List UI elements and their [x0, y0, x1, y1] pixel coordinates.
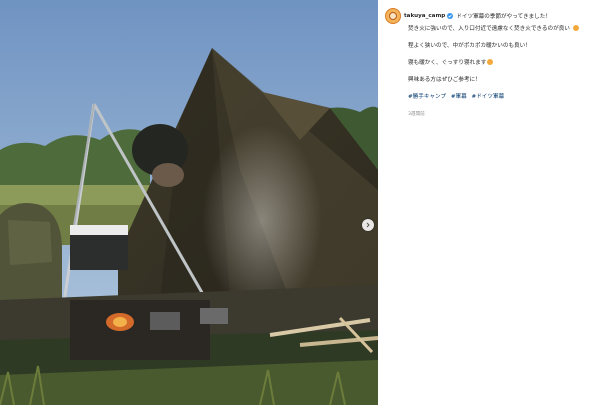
- caption-first-line: ドイツ軍幕の季節がやってきました！: [456, 14, 551, 20]
- post-timestamp: 3週間前: [408, 112, 425, 117]
- hashtag-link[interactable]: #軍幕: [451, 94, 467, 100]
- chevron-right-icon: [366, 222, 370, 228]
- post-caption-panel: takuya_camp ドイツ軍幕の季節がやってきました！ 焚き火に強いので、入…: [378, 0, 600, 405]
- caption-paragraph: 興味ある方はぜひご参考に！: [408, 76, 594, 84]
- verified-badge-icon: [447, 13, 454, 19]
- hashtag-link[interactable]: #ドイツ軍幕: [472, 94, 505, 100]
- username[interactable]: takuya_camp: [404, 13, 445, 19]
- hashtag-link[interactable]: #勝手キャンプ: [408, 94, 446, 100]
- caption-line-4: 興味ある方はぜひご参考に！: [408, 77, 481, 83]
- hashtags: #勝手キャンプ #軍幕 #ドイツ軍幕: [408, 93, 594, 101]
- carousel-next-button[interactable]: [362, 219, 374, 231]
- tent-campfire-photo: [0, 0, 378, 405]
- caption-line-1: 焚き火に強いので、入り口付近で遠慮なく焚き火できるのが良い: [408, 26, 570, 32]
- caption-line-2: 程よく狭いので、中がポカポカ暖かいのも良い！: [408, 43, 531, 49]
- caption-paragraph: 程よく狭いので、中がポカポカ暖かいのも良い！: [408, 42, 594, 50]
- smiling-face-emoji: [572, 25, 579, 31]
- caption-body: 焚き火に強いので、入り口付近で遠慮なく焚き火できるのが良い 程よく狭いので、中が…: [408, 25, 594, 110]
- caption-paragraph: 寝も暖かく、ぐっすり寝れます: [408, 59, 594, 67]
- post-header: takuya_camp ドイツ軍幕の季節がやってきました！: [385, 8, 551, 24]
- avatar-face: [389, 12, 397, 20]
- avatar[interactable]: [385, 8, 401, 24]
- smiling-face-emoji: [487, 59, 494, 65]
- caption-line-3: 寝も暖かく、ぐっすり寝れます: [408, 60, 487, 66]
- caption-paragraph: 焚き火に強いので、入り口付近で遠慮なく焚き火できるのが良い: [408, 25, 594, 33]
- checkmark-icon: [448, 14, 452, 18]
- post-media[interactable]: [0, 0, 378, 405]
